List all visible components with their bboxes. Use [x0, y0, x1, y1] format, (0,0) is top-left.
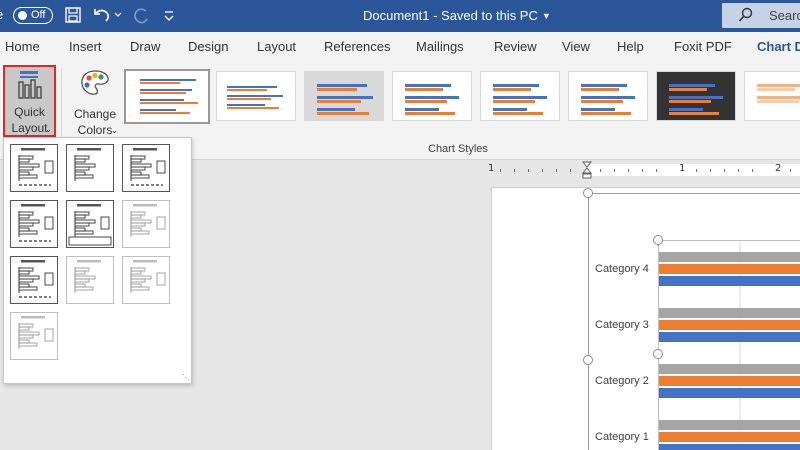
chart-bar[interactable]: [659, 320, 800, 330]
layout-preview-icon: [18, 148, 54, 186]
chart-bar[interactable]: [659, 388, 800, 398]
chart-bar[interactable]: [659, 276, 800, 286]
chart-bar[interactable]: [659, 332, 800, 342]
chart-bar[interactable]: [659, 432, 800, 442]
category-label: Category 3: [595, 319, 649, 331]
resize-grip-icon[interactable]: ⋱: [182, 373, 190, 382]
layout-preview-icon: [74, 148, 101, 181]
chart-bar[interactable]: [659, 444, 800, 450]
chart-bar[interactable]: [659, 308, 800, 318]
layout-preview-icon: [130, 260, 166, 293]
layout-preview-icon: [18, 316, 54, 349]
layout-preview-icon: [18, 204, 54, 242]
quick-layout-option-10[interactable]: [10, 312, 58, 360]
quick-layout-gallery: ⋱: [3, 137, 192, 384]
chart-bar[interactable]: [659, 364, 800, 374]
chart-bar[interactable]: [659, 252, 800, 262]
layout-preview-icon: [130, 148, 166, 186]
chart-bar[interactable]: [659, 264, 800, 274]
layout-preview-icon: [68, 204, 112, 246]
quick-layout-option-4[interactable]: [10, 200, 58, 248]
layout-preview-icon: [18, 260, 54, 298]
quick-layout-option-9[interactable]: [122, 256, 170, 304]
chart-bar[interactable]: [659, 376, 800, 386]
quick-layout-option-5[interactable]: [66, 200, 114, 248]
quick-layout-option-1[interactable]: [10, 144, 58, 192]
layout-preview-icon: [74, 260, 101, 293]
chart-resize-handle[interactable]: [583, 355, 593, 365]
plot-resize-handle[interactable]: [653, 235, 663, 245]
category-label: Category 4: [595, 263, 649, 275]
quick-layout-option-6[interactable]: [122, 200, 170, 248]
chart-resize-handle[interactable]: [583, 188, 593, 198]
quick-layout-option-7[interactable]: [10, 256, 58, 304]
quick-layout-option-3[interactable]: [122, 144, 170, 192]
layout-preview-icon: [130, 204, 166, 237]
chart-bar[interactable]: [659, 420, 800, 430]
category-label: Category 1: [595, 431, 649, 443]
quick-layout-option-2[interactable]: [66, 144, 114, 192]
plot-resize-handle[interactable]: [653, 349, 663, 359]
quick-layout-option-8[interactable]: [66, 256, 114, 304]
category-label: Category 2: [595, 375, 649, 387]
